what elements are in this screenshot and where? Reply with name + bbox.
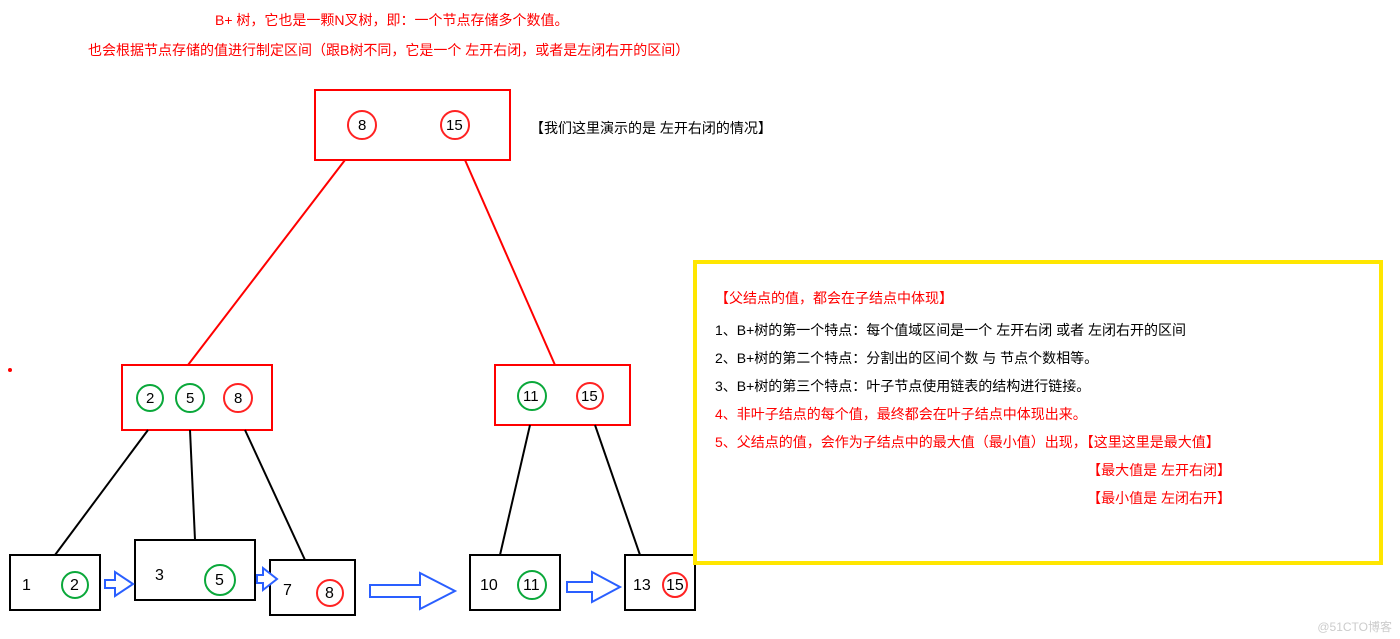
leaf3-val-1: 11 xyxy=(523,577,540,594)
info-foot-2: 【最小值是 左闭右开】 xyxy=(715,484,1361,512)
midL-val-2: 8 xyxy=(234,390,242,407)
leaf1-val-0: 3 xyxy=(155,567,164,584)
leaf0-val-1: 2 xyxy=(70,577,79,594)
arrow-icon xyxy=(105,568,620,609)
info-box: 【父结点的值，都会在子结点中体现】 1、B+树的第一个特点：每个值域区间是一个 … xyxy=(693,260,1383,565)
midL-val-0: 2 xyxy=(146,390,154,407)
header-line2: 也会根据节点存储的值进行制定区间（跟B树不同，它是一个 左开右闭，或者是左闭右开… xyxy=(88,40,689,60)
midR-val-0: 11 xyxy=(523,388,539,405)
info-item-4: 5、父结点的值，会作为子结点中的最大值（最小值）出现，【这里这里是最大值】 xyxy=(715,428,1361,456)
info-foot-1: 【最大值是 左开右闭】 xyxy=(715,456,1361,484)
root-val-1: 15 xyxy=(446,117,463,134)
header-line1: B+ 树，它也是一颗N叉树，即：一个节点存储多个数值。 xyxy=(215,10,569,30)
watermark: @51CTO博客 xyxy=(1317,618,1392,635)
leaf1-val-1: 5 xyxy=(215,572,224,589)
leaf3-val-0: 10 xyxy=(480,577,498,594)
midR-val-1: 15 xyxy=(581,388,598,405)
info-item-3: 4、非叶子结点的每个值，最终都会在叶子结点中体现出来。 xyxy=(715,400,1361,428)
info-title: 【父结点的值，都会在子结点中体现】 xyxy=(715,284,1361,312)
leaf2-val-0: 7 xyxy=(283,582,292,599)
info-item-0: 1、B+树的第一个特点：每个值域区间是一个 左开右闭 或者 左闭右开的区间 xyxy=(715,316,1361,344)
midL-val-1: 5 xyxy=(186,390,194,407)
info-item-2: 3、B+树的第三个特点：叶子节点使用链表的结构进行链接。 xyxy=(715,372,1361,400)
root-note: 【我们这里演示的是 左开右闭的情况】 xyxy=(530,118,772,138)
root-val-0: 8 xyxy=(358,117,366,134)
leaf2-val-1: 8 xyxy=(325,585,334,602)
leaf4-val-0: 13 xyxy=(633,577,651,594)
info-item-1: 2、B+树的第二个特点：分割出的区间个数 与 节点个数相等。 xyxy=(715,344,1361,372)
leaf4-val-1: 15 xyxy=(666,577,684,594)
leaf0-val-0: 1 xyxy=(22,577,31,594)
